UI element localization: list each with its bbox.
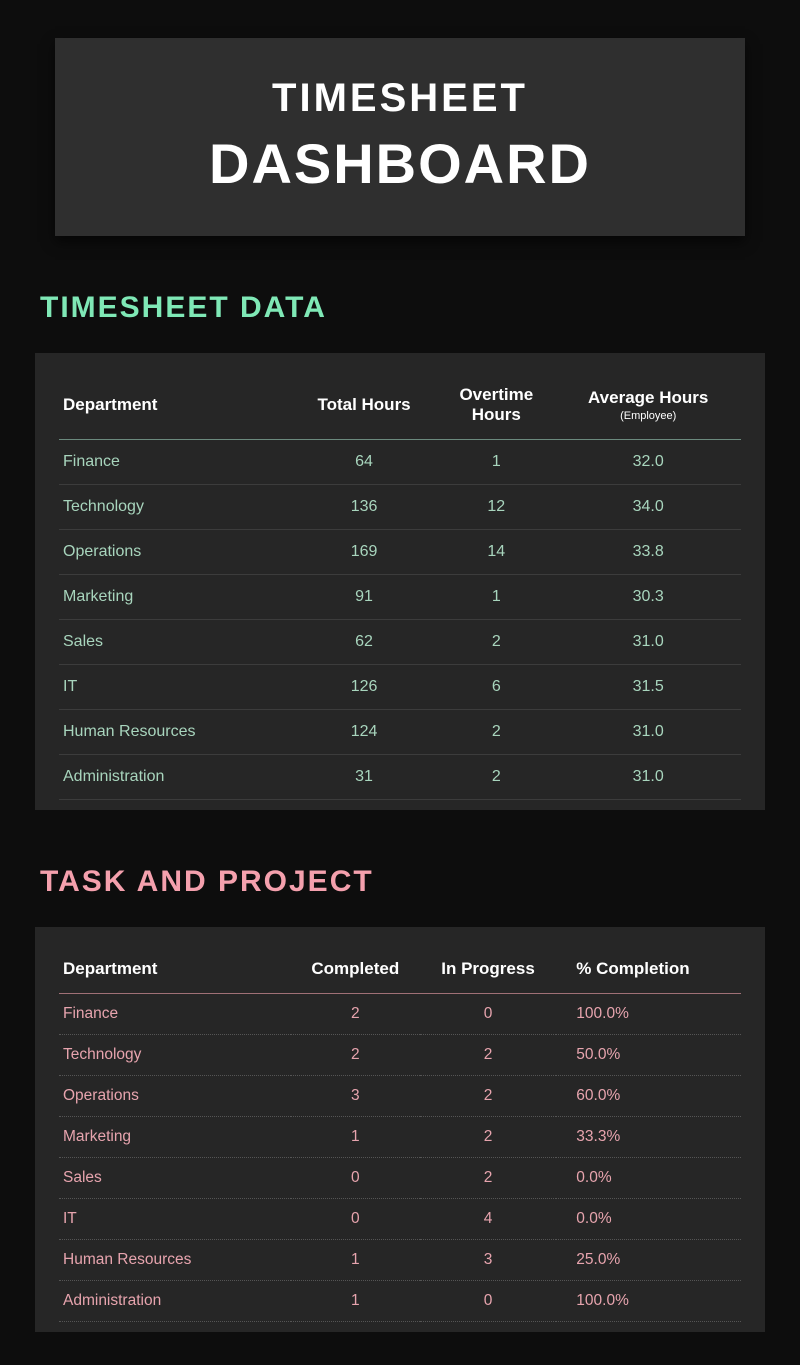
table-cell: 126 bbox=[291, 665, 437, 710]
table-cell: Operations bbox=[59, 530, 291, 575]
table-header-row: Department Completed In Progress % Compl… bbox=[59, 949, 741, 994]
task-section-title: TASK AND PROJECT bbox=[40, 865, 765, 899]
table-cell: 1 bbox=[291, 1117, 420, 1158]
table-row: IT126631.5 bbox=[59, 665, 741, 710]
table-header-row: Department Total Hours Overtime Hours Av… bbox=[59, 375, 741, 440]
table-row: Marketing1233.3% bbox=[59, 1117, 741, 1158]
table-row: Marketing91130.3 bbox=[59, 575, 741, 620]
col-total-hours: Total Hours bbox=[291, 375, 437, 440]
table-cell: 3 bbox=[420, 1240, 557, 1281]
table-row: Operations1691433.8 bbox=[59, 530, 741, 575]
table-row: Operations3260.0% bbox=[59, 1076, 741, 1117]
table-cell: 0.0% bbox=[556, 1199, 741, 1240]
table-cell: 2 bbox=[291, 1035, 420, 1076]
table-cell: Technology bbox=[59, 485, 291, 530]
table-cell: 30.3 bbox=[555, 575, 741, 620]
table-cell: 1 bbox=[291, 1240, 420, 1281]
table-cell: 124 bbox=[291, 710, 437, 755]
table-cell: 0 bbox=[291, 1158, 420, 1199]
col-overtime-hours: Overtime Hours bbox=[437, 375, 555, 440]
table-cell: Marketing bbox=[59, 1117, 291, 1158]
table-cell: 31.5 bbox=[555, 665, 741, 710]
table-cell: 0 bbox=[420, 994, 557, 1035]
table-cell: 31.0 bbox=[555, 620, 741, 665]
table-cell: 2 bbox=[437, 755, 555, 800]
timesheet-table: Department Total Hours Overtime Hours Av… bbox=[59, 375, 741, 800]
table-cell: 91 bbox=[291, 575, 437, 620]
table-row: Sales62231.0 bbox=[59, 620, 741, 665]
table-cell: Marketing bbox=[59, 575, 291, 620]
table-row: Technology1361234.0 bbox=[59, 485, 741, 530]
table-cell: 2 bbox=[420, 1076, 557, 1117]
table-row: Human Resources1325.0% bbox=[59, 1240, 741, 1281]
table-cell: 31.0 bbox=[555, 710, 741, 755]
table-row: IT040.0% bbox=[59, 1199, 741, 1240]
table-cell: Operations bbox=[59, 1076, 291, 1117]
header-title-line1: TIMESHEET bbox=[75, 76, 725, 121]
table-cell: 100.0% bbox=[556, 994, 741, 1035]
table-cell: 31 bbox=[291, 755, 437, 800]
table-cell: 1 bbox=[291, 1281, 420, 1322]
table-cell: 32.0 bbox=[555, 440, 741, 485]
table-cell: Administration bbox=[59, 755, 291, 800]
table-row: Administration31231.0 bbox=[59, 755, 741, 800]
table-cell: 2 bbox=[291, 994, 420, 1035]
table-cell: 60.0% bbox=[556, 1076, 741, 1117]
table-row: Administration10100.0% bbox=[59, 1281, 741, 1322]
table-cell: 6 bbox=[437, 665, 555, 710]
table-row: Human Resources124231.0 bbox=[59, 710, 741, 755]
table-cell: Sales bbox=[59, 1158, 291, 1199]
table-row: Finance20100.0% bbox=[59, 994, 741, 1035]
dashboard-header: TIMESHEET DASHBOARD bbox=[55, 38, 745, 236]
table-cell: 136 bbox=[291, 485, 437, 530]
header-title-line2: DASHBOARD bbox=[75, 131, 725, 196]
table-cell: Administration bbox=[59, 1281, 291, 1322]
col-average-hours: Average Hours (Employee) bbox=[555, 375, 741, 440]
table-cell: 62 bbox=[291, 620, 437, 665]
table-cell: 50.0% bbox=[556, 1035, 741, 1076]
table-cell: 12 bbox=[437, 485, 555, 530]
table-cell: 33.8 bbox=[555, 530, 741, 575]
table-cell: 14 bbox=[437, 530, 555, 575]
task-table-container: Department Completed In Progress % Compl… bbox=[35, 927, 765, 1332]
col-department: Department bbox=[59, 949, 291, 994]
table-cell: 33.3% bbox=[556, 1117, 741, 1158]
table-cell: 2 bbox=[420, 1158, 557, 1199]
table-cell: IT bbox=[59, 1199, 291, 1240]
table-cell: IT bbox=[59, 665, 291, 710]
task-table: Department Completed In Progress % Compl… bbox=[59, 949, 741, 1322]
timesheet-table-container: Department Total Hours Overtime Hours Av… bbox=[35, 353, 765, 810]
table-cell: Technology bbox=[59, 1035, 291, 1076]
table-cell: 0 bbox=[291, 1199, 420, 1240]
col-completion-pct: % Completion bbox=[556, 949, 741, 994]
table-cell: 1 bbox=[437, 440, 555, 485]
table-row: Finance64132.0 bbox=[59, 440, 741, 485]
table-cell: 25.0% bbox=[556, 1240, 741, 1281]
col-completed: Completed bbox=[291, 949, 420, 994]
col-in-progress: In Progress bbox=[420, 949, 557, 994]
table-cell: Human Resources bbox=[59, 710, 291, 755]
table-cell: 2 bbox=[420, 1117, 557, 1158]
table-cell: Human Resources bbox=[59, 1240, 291, 1281]
table-row: Technology2250.0% bbox=[59, 1035, 741, 1076]
table-cell: Finance bbox=[59, 440, 291, 485]
table-cell: 2 bbox=[437, 710, 555, 755]
table-cell: 0.0% bbox=[556, 1158, 741, 1199]
table-cell: 64 bbox=[291, 440, 437, 485]
table-cell: 169 bbox=[291, 530, 437, 575]
table-cell: Finance bbox=[59, 994, 291, 1035]
table-cell: 2 bbox=[420, 1035, 557, 1076]
table-row: Sales020.0% bbox=[59, 1158, 741, 1199]
table-cell: 2 bbox=[437, 620, 555, 665]
table-cell: 34.0 bbox=[555, 485, 741, 530]
table-cell: Sales bbox=[59, 620, 291, 665]
table-cell: 1 bbox=[437, 575, 555, 620]
timesheet-section-title: TIMESHEET DATA bbox=[40, 291, 765, 325]
table-cell: 100.0% bbox=[556, 1281, 741, 1322]
col-department: Department bbox=[59, 375, 291, 440]
table-cell: 31.0 bbox=[555, 755, 741, 800]
table-cell: 4 bbox=[420, 1199, 557, 1240]
table-cell: 0 bbox=[420, 1281, 557, 1322]
table-cell: 3 bbox=[291, 1076, 420, 1117]
